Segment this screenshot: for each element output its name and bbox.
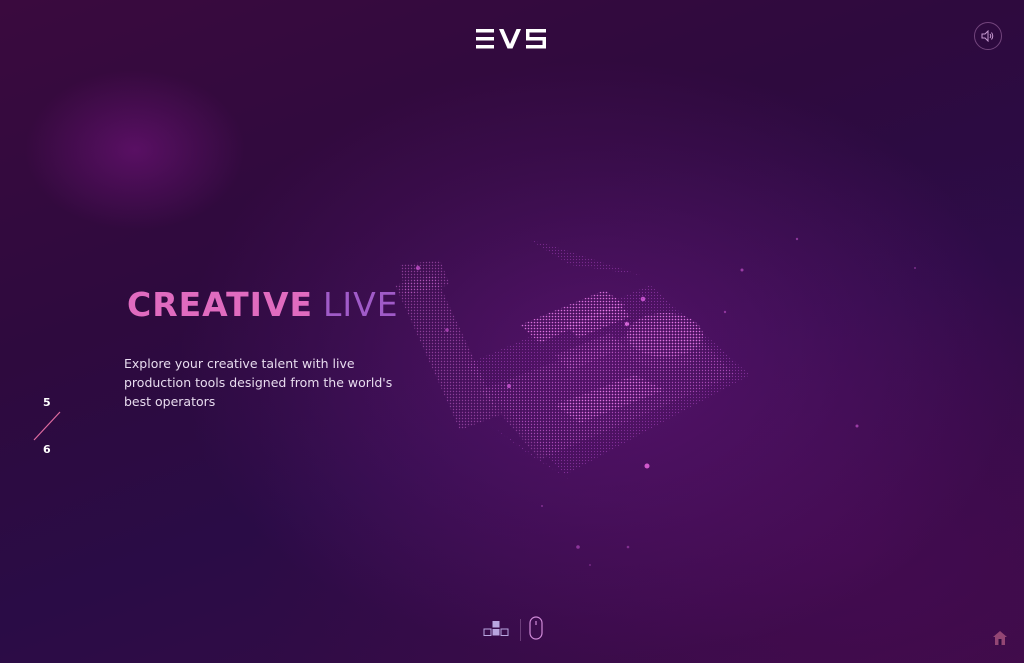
home-icon xyxy=(993,631,1007,645)
pager-current: 5 xyxy=(43,396,51,409)
controls-divider xyxy=(520,619,521,641)
scroll-hint-button[interactable] xyxy=(529,616,543,644)
hero-description: Explore your creative talent with live p… xyxy=(124,356,393,409)
mouse-icon xyxy=(529,616,543,640)
corner-home-button[interactable] xyxy=(992,630,1008,650)
pager-total: 6 xyxy=(43,443,51,456)
blocks-icon xyxy=(483,621,509,636)
pager-divider-line xyxy=(33,411,61,441)
navigation-blocks-button[interactable] xyxy=(482,618,512,642)
hero-title: CREATIVE LIVE xyxy=(127,285,399,325)
hero-title-strong: CREATIVE xyxy=(127,285,314,324)
hero-illustration xyxy=(380,225,780,525)
section-pager: 5 6 xyxy=(30,394,64,458)
bottom-controls xyxy=(482,616,543,644)
hero-title-light: LIVE xyxy=(323,285,399,324)
